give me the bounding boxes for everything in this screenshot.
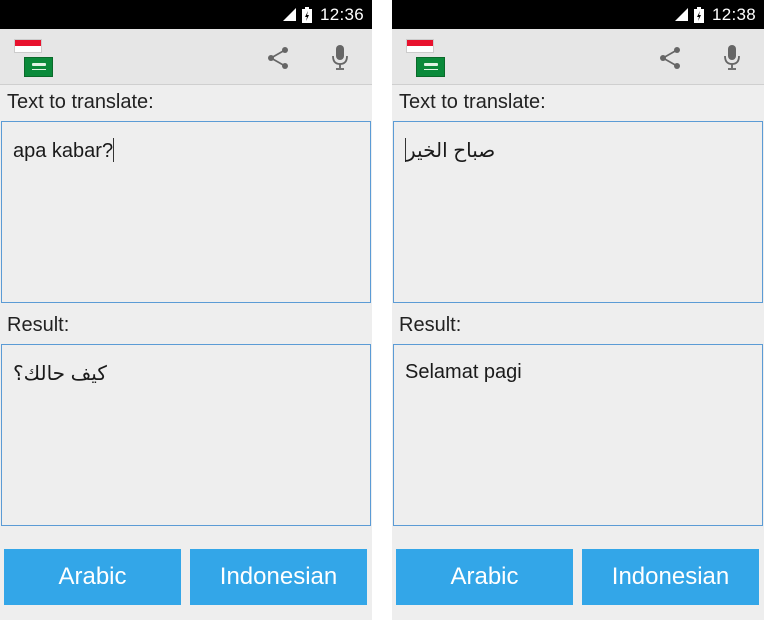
microphone-icon[interactable] — [330, 44, 350, 70]
indonesian-button[interactable]: Indonesian — [190, 549, 367, 605]
status-bar: 12:36 — [0, 0, 372, 29]
action-bar — [392, 29, 764, 85]
saudi-flag-icon — [24, 57, 53, 77]
share-icon[interactable] — [266, 46, 290, 70]
status-bar: 12:38 — [392, 0, 764, 29]
share-icon[interactable] — [658, 46, 682, 70]
arabic-button[interactable]: Arabic — [4, 549, 181, 605]
status-time: 12:36 — [319, 4, 364, 24]
source-text: صباح الخير — [406, 140, 496, 162]
indonesia-flag-icon — [406, 39, 434, 53]
result-label: Result: — [7, 314, 70, 336]
result-text-field[interactable]: Selamat pagi — [393, 344, 763, 526]
source-text-field[interactable]: صباح الخير — [393, 121, 763, 303]
result-label: Result: — [399, 314, 462, 336]
source-text: apa kabar? — [13, 140, 114, 162]
text-cursor — [113, 138, 115, 162]
status-time: 12:38 — [711, 4, 756, 24]
indonesia-flag-icon — [14, 39, 42, 53]
source-label: Text to translate: — [399, 91, 546, 113]
result-text: كيف حالك؟ — [13, 363, 107, 385]
saudi-flag-icon — [416, 57, 445, 77]
signal-icon — [674, 8, 688, 21]
microphone-icon[interactable] — [722, 44, 742, 70]
battery-icon — [693, 6, 704, 23]
source-label: Text to translate: — [7, 91, 154, 113]
arabic-button[interactable]: Arabic — [396, 549, 573, 605]
result-text: Selamat pagi — [405, 361, 522, 383]
result-text-field[interactable]: كيف حالك؟ — [1, 344, 371, 526]
phone-screen-2: 12:38 Text to translate: صباح الخير Resu… — [392, 0, 764, 620]
phone-screen-1: 12:36 Text to translate: apa kabar? Resu… — [0, 0, 372, 620]
action-bar — [0, 29, 372, 85]
source-text-field[interactable]: apa kabar? — [1, 121, 371, 303]
signal-icon — [282, 8, 296, 21]
language-flags[interactable] — [406, 39, 446, 79]
language-flags[interactable] — [14, 39, 54, 79]
indonesian-button[interactable]: Indonesian — [582, 549, 759, 605]
battery-icon — [301, 6, 312, 23]
